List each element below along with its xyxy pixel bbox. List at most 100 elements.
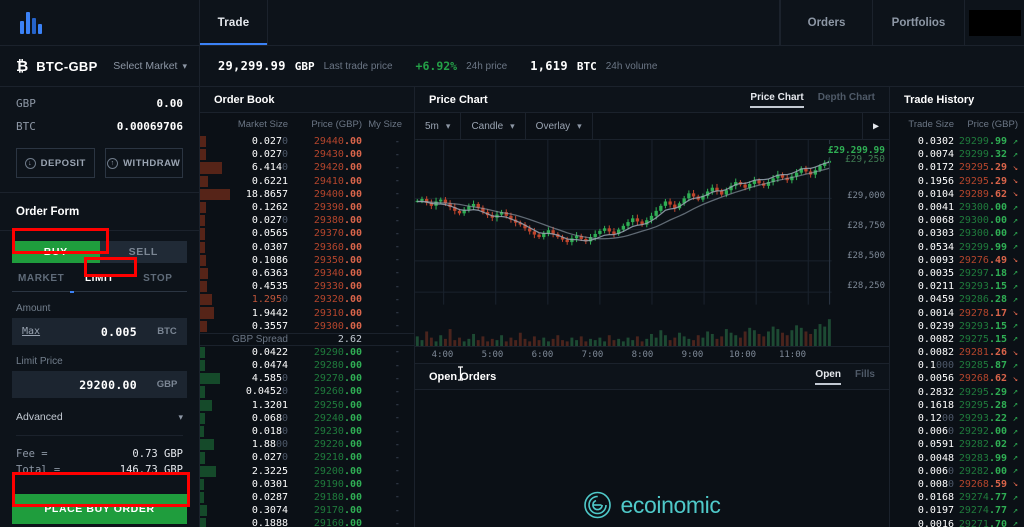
place-buy-order-button[interactable]: PLACE BUY ORDER (12, 494, 187, 524)
market-selector[interactable]: ₿ BTC-GBP Select Market ▾ (0, 46, 200, 86)
order-book-row[interactable]: 18.8657 29400.00 - (200, 188, 414, 201)
fee-value: 0.73 GBP (132, 448, 183, 460)
order-book-row[interactable]: 0.0287 29180.00 - (200, 491, 414, 504)
order-book-price: 29270.00 (313, 373, 362, 385)
order-book-row[interactable]: 6.4140 29420.00 - (200, 161, 414, 174)
amount-field[interactable]: Max 0.005 BTC (12, 318, 187, 345)
arrow-up-right-icon: ↗ (1012, 281, 1018, 292)
tab-depth-chart[interactable]: Depth Chart (818, 92, 875, 108)
order-book-row[interactable]: 0.0270 29440.00 - (200, 135, 414, 148)
select-market-dropdown[interactable]: Select Market ▾ (113, 60, 187, 72)
order-book-price: 29170.00 (313, 505, 362, 517)
overlay-dropdown[interactable]: Overlay ▾ (526, 113, 593, 139)
advanced-toggle[interactable]: Advanced ▾ (0, 398, 199, 435)
chart-x-tick: 8:00 (631, 350, 654, 360)
arrow-up-right-icon: ↗ (1012, 321, 1018, 332)
order-side-toggle: BUY SELL (12, 241, 187, 263)
chart-x-tick: 10:00 (728, 350, 757, 360)
account-menu[interactable] (964, 0, 1024, 45)
order-book-row[interactable]: 1.3201 29250.00 - (200, 399, 414, 412)
nav-spacer (268, 0, 780, 45)
brand-logo-cell[interactable] (0, 0, 200, 45)
order-book-row[interactable]: 0.0565 29370.00 - (200, 227, 414, 240)
depth-bar (200, 505, 207, 517)
order-book-size: 0.0474 (251, 360, 288, 372)
trade-price: 29297.18 (958, 267, 1007, 279)
order-book-size: 6.4140 (251, 162, 288, 174)
order-book-row[interactable]: 0.1262 29390.00 - (200, 201, 414, 214)
order-book-row[interactable]: 2.3225 29200.00 - (200, 465, 414, 478)
arrow-down-right-icon: ↘ (1012, 347, 1018, 358)
order-book-row[interactable]: 0.0307 29360.00 - (200, 241, 414, 254)
buy-tab[interactable]: BUY (12, 241, 100, 263)
arrow-down-right-icon: ↘ (1012, 176, 1018, 187)
depth-bar (200, 201, 206, 214)
tab-fills-label: Fills (854, 368, 875, 380)
trade-history-title: Trade History (890, 87, 1024, 113)
trade-size: 0.0197 (917, 505, 954, 517)
order-type-limit[interactable]: LIMIT (70, 273, 128, 291)
order-book-row[interactable]: 0.0270 29380.00 - (200, 214, 414, 227)
order-book-row[interactable]: 4.5850 29270.00 - (200, 372, 414, 385)
nav-link-orders[interactable]: Orders (780, 0, 872, 45)
order-type-stop[interactable]: STOP (129, 273, 187, 291)
trade-history-row: 0.0014 29278.17 ↘ (890, 306, 1024, 319)
order-book-row[interactable]: 0.6221 29410.00 - (200, 175, 414, 188)
play-icon[interactable]: ▶ (863, 113, 889, 139)
bars-logo-icon (20, 11, 42, 34)
order-book-size: 0.0180 (251, 426, 288, 438)
order-book-row[interactable]: 1.8800 29220.00 - (200, 438, 414, 451)
open-orders-tabs: Open Fills (815, 369, 875, 385)
tab-fills[interactable]: Fills (855, 369, 875, 385)
nav-tab-trade[interactable]: Trade (200, 0, 268, 45)
trade-history-row: 0.0104 29289.62 ↘ (890, 188, 1024, 201)
order-book-row[interactable]: 0.0422 29290.00 - (200, 346, 414, 359)
price-chart-tabs: Price Chart Depth Chart (750, 92, 875, 108)
order-book-row[interactable]: 0.0270 29430.00 - (200, 148, 414, 161)
chart-style-dropdown[interactable]: Candle ▾ (461, 113, 526, 139)
interval-dropdown[interactable]: 5m ▾ (415, 113, 462, 139)
depth-bar (200, 215, 205, 227)
order-book-row[interactable]: 0.0301 29190.00 - (200, 478, 414, 491)
tab-price-chart[interactable]: Price Chart (750, 92, 804, 108)
order-book-row[interactable]: 1.9442 29310.00 - (200, 306, 414, 319)
order-book-row[interactable]: 0.3557 29300.00 - (200, 320, 414, 333)
depth-bar (200, 360, 205, 372)
nav-link-portfolios[interactable]: Portfolios (872, 0, 964, 45)
open-orders-title: Open Orders (429, 365, 496, 383)
order-book-row[interactable]: 0.6363 29340.00 - (200, 267, 414, 280)
tab-open[interactable]: Open (815, 369, 841, 385)
trade-history-row: 0.0302 29299.99 ↗ (890, 135, 1024, 148)
deposit-button[interactable]: ↓ DEPOSIT (16, 148, 95, 178)
amount-input[interactable]: 0.005 (40, 325, 147, 339)
amount-max-link[interactable]: Max (12, 326, 40, 337)
order-book-row[interactable]: 0.0474 29280.00 - (200, 359, 414, 372)
order-book-price: 29380.00 (313, 215, 362, 227)
sell-tab[interactable]: SELL (99, 241, 187, 263)
order-book-row[interactable]: 0.1888 29160.00 - (200, 517, 414, 527)
limit-price-field[interactable]: 29200.00 GBP (12, 371, 187, 398)
order-book-my-size: - (394, 400, 400, 411)
order-book-row[interactable]: 0.4535 29330.00 - (200, 280, 414, 293)
order-book-row[interactable]: 0.0180 29230.00 - (200, 425, 414, 438)
order-book-row[interactable]: 1.2950 29320.00 - (200, 293, 414, 306)
order-book-price: 29160.00 (313, 518, 362, 527)
trade-history-row: 0.0074 29299.32 ↗ (890, 148, 1024, 161)
order-book-row[interactable]: 0.3074 29170.00 - (200, 504, 414, 517)
limit-price-input[interactable]: 29200.00 (12, 378, 147, 392)
trade-history-row: 0.0082 29275.15 ↗ (890, 333, 1024, 346)
ecoinomic-watermark-text: ecoinomic (620, 491, 721, 518)
order-book-row[interactable]: 0.0680 29240.00 - (200, 412, 414, 425)
order-book-row[interactable]: 0.1086 29350.00 - (200, 254, 414, 267)
price-chart-canvas[interactable]: £29,299.99 £29,250 £29,000 £28,750 £28,500… (415, 140, 889, 346)
order-type-market[interactable]: MARKET (12, 273, 70, 291)
order-book-row[interactable]: 0.0270 29210.00 - (200, 451, 414, 464)
text-cursor-icon (458, 365, 463, 381)
order-book-my-size: - (394, 242, 400, 253)
withdraw-button[interactable]: ↑ WITHDRAW (104, 148, 183, 178)
order-book-size: 0.0307 (251, 241, 288, 253)
trade-price: 29295.28 (958, 399, 1007, 411)
order-book-row[interactable]: 0.04520 29260.00 - (200, 385, 414, 398)
top-navigation-bar: Trade Orders Portfolios (0, 0, 1024, 46)
